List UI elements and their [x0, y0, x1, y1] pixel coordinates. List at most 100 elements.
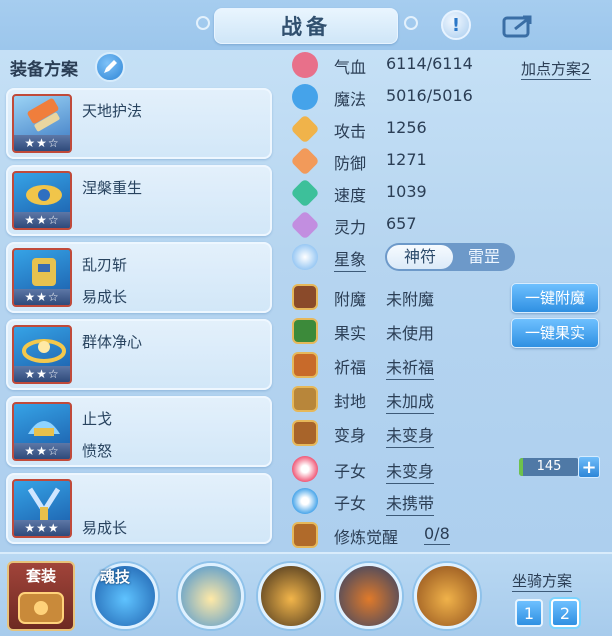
attr-seal: 封地 未加成	[290, 384, 600, 414]
attr-value[interactable]: 未变身	[386, 458, 435, 484]
mount-option-2[interactable]: 2	[551, 599, 579, 627]
attr-label: 修炼觉醒	[334, 528, 399, 547]
one-click-fruit-button[interactable]: 一键果实	[511, 318, 599, 348]
card-name: 乱刃斩	[82, 256, 128, 274]
add-button[interactable]: +	[578, 456, 600, 478]
star-rating: ★★☆	[14, 289, 70, 305]
stat-label: 灵力	[334, 218, 367, 237]
stat-spi: 灵力 657	[290, 210, 600, 240]
mount-scheme-label[interactable]: 坐骑方案	[512, 570, 573, 592]
edit-scheme-button[interactable]	[95, 52, 125, 82]
attr-value: 未使用	[386, 324, 435, 343]
skill-card[interactable]: ★★☆ 乱刃斩 易成长	[6, 242, 272, 313]
star-rating: ★★☆	[14, 212, 70, 228]
attr-label: 果实	[334, 324, 367, 343]
skill-slot-3[interactable]	[336, 563, 402, 629]
stat-value: 1039	[386, 182, 427, 201]
star-rating: ★★☆	[14, 135, 70, 151]
chest-icon	[18, 592, 64, 624]
attr-label: 附魔	[334, 290, 367, 309]
stat-label[interactable]: 星象	[334, 246, 367, 272]
child-moon-icon	[292, 456, 318, 482]
card-sub: 易成长	[82, 519, 128, 537]
attr-label: 祈福	[334, 358, 367, 377]
attr-child-2: 子女 未携带	[290, 486, 600, 516]
stat-label: 气血	[334, 58, 367, 77]
heart-icon	[292, 52, 318, 78]
star-sign-icon	[292, 244, 318, 270]
mount-option-1[interactable]: 1	[515, 599, 543, 627]
stat-atk: 攻击 1256	[290, 114, 600, 144]
alert-icon[interactable]: !	[441, 10, 471, 40]
shield-icon	[290, 146, 320, 176]
attr-value: 未附魔	[386, 290, 435, 309]
mana-icon	[292, 84, 318, 110]
card-name: 涅槃重生	[82, 179, 143, 197]
soul-skill-label: 魂技	[100, 568, 131, 586]
attr-value[interactable]: 未携带	[386, 490, 435, 516]
pencil-icon	[104, 60, 117, 73]
stat-value: 6114/6114	[386, 54, 473, 73]
stat-hp: 气血 6114/6114	[290, 50, 600, 80]
page-title: 战备	[214, 8, 398, 44]
stat-label: 防御	[334, 154, 367, 173]
attr-value[interactable]: 未变身	[386, 422, 435, 448]
toggle-option-leigang[interactable]: 雷罡	[455, 245, 513, 269]
skill-card[interactable]: ★★☆ 止戈 愤怒	[6, 396, 272, 467]
attr-value[interactable]: 未加成	[386, 388, 435, 414]
skill-card[interactable]: ★★★ 易成长	[6, 473, 272, 544]
equipment-scheme-label: 装备方案	[10, 60, 78, 80]
stat-mp: 魔法 5016/5016	[290, 82, 600, 112]
share-icon[interactable]	[501, 12, 537, 40]
attr-label: 子女	[334, 462, 367, 481]
stat-value: 1256	[386, 118, 427, 137]
skill-icon-weapon: ★★★	[12, 479, 72, 538]
attr-bless: 祈福 未祈福	[290, 350, 600, 380]
attr-label: 子女	[334, 494, 367, 513]
lightning-icon	[290, 178, 320, 208]
card-name: 天地护法	[82, 102, 143, 120]
star-rating: ★★☆	[14, 443, 70, 459]
skill-card[interactable]: ★★☆ 群体净心	[6, 319, 272, 390]
title-bar: 战备 !	[0, 0, 612, 50]
star-rating: ★★☆	[14, 366, 70, 382]
attr-transform: 变身 未变身	[290, 418, 600, 448]
enchant-icon	[292, 284, 318, 310]
attr-cultivate: 修炼觉醒 0/8	[290, 520, 600, 550]
stat-label: 魔法	[334, 90, 367, 109]
attr-value[interactable]: 未祈福	[386, 354, 435, 380]
skill-icon-luanren: ★★☆	[12, 248, 72, 307]
card-name: 止戈	[82, 410, 113, 428]
attr-label: 封地	[334, 392, 367, 411]
fruit-icon	[292, 318, 318, 344]
toggle-option-shenfu[interactable]: 神符	[387, 245, 453, 269]
child-progress-bar: 145	[519, 458, 579, 476]
stat-label: 速度	[334, 186, 367, 205]
card-name: 群体净心	[82, 333, 143, 351]
sword-icon	[290, 114, 320, 144]
stat-def: 防御 1271	[290, 146, 600, 176]
stat-value: 1271	[386, 150, 427, 169]
one-click-enchant-button[interactable]: 一键附魔	[511, 283, 599, 313]
skill-slot-2[interactable]	[258, 563, 324, 629]
skill-icon-qunti: ★★☆	[12, 325, 72, 384]
card-sub: 易成长	[82, 288, 128, 306]
skill-icon-niepan: ★★☆	[12, 171, 72, 230]
star-toggle[interactable]: 神符 雷罡	[385, 243, 515, 271]
skill-slot-4[interactable]	[414, 563, 480, 629]
spirit-icon	[290, 210, 320, 240]
attr-value[interactable]: 0/8	[424, 524, 450, 545]
cultivate-icon	[292, 522, 318, 548]
star-rating: ★★★	[14, 520, 70, 536]
stat-value: 657	[386, 214, 417, 233]
attr-label: 变身	[334, 426, 367, 445]
stat-value: 5016/5016	[386, 86, 473, 105]
skill-slot-1[interactable]	[178, 563, 244, 629]
card-sub: 愤怒	[82, 442, 113, 460]
skill-icon-zhige: ★★☆	[12, 402, 72, 461]
skill-card[interactable]: ★★☆ 天地护法	[6, 88, 272, 159]
seal-icon	[292, 386, 318, 412]
suit-button[interactable]: 套装	[7, 561, 75, 631]
stat-spd: 速度 1039	[290, 178, 600, 208]
skill-card[interactable]: ★★☆ 涅槃重生	[6, 165, 272, 236]
